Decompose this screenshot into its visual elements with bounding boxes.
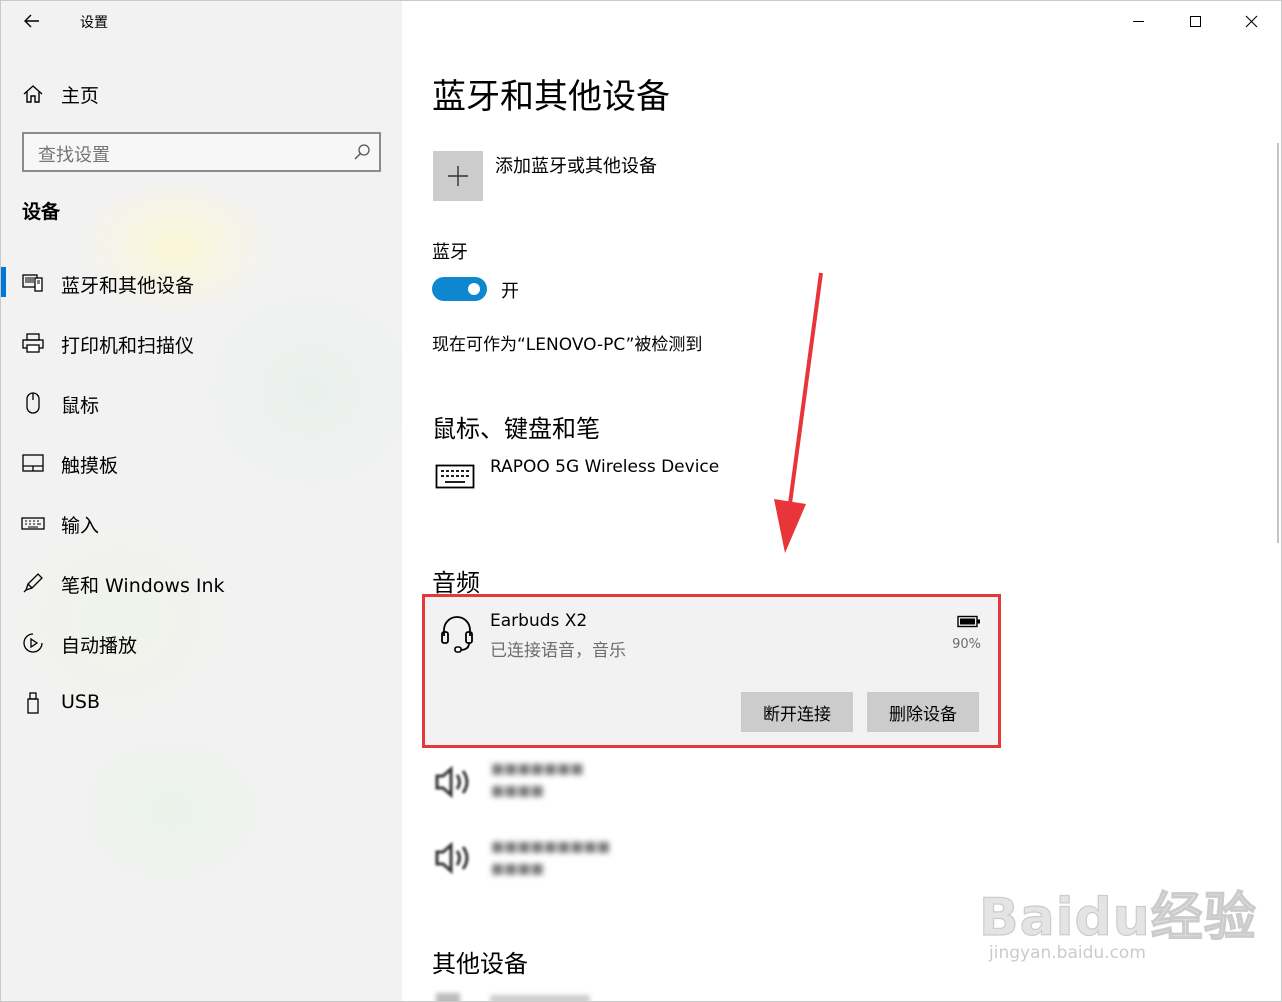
usb-icon xyxy=(27,692,39,714)
bluetooth-devices-icon xyxy=(22,274,43,292)
printer-icon xyxy=(22,333,44,353)
blurred-device-name: ■■■■■■■■■ xyxy=(491,839,611,855)
back-arrow-icon xyxy=(24,14,39,28)
audio-heading: 音频 xyxy=(432,569,480,597)
sidebar-item-label: 蓝牙和其他设备 xyxy=(61,275,195,297)
remove-device-button[interactable]: 删除设备 xyxy=(867,692,979,732)
sidebar-item-usb[interactable]: USB xyxy=(1,683,402,723)
keyboard-icon xyxy=(21,517,45,530)
baidu-watermark: Baidu经验 jingyan.baidu.com xyxy=(978,857,1256,977)
sidebar-item-bluetooth[interactable]: 蓝牙和其他设备 xyxy=(1,263,402,303)
blurred-device-status: ■■■■ xyxy=(491,861,544,877)
watermark-logo: Baidu经验 xyxy=(978,887,1257,948)
battery-level: 90% xyxy=(952,637,981,652)
sidebar-item-label: 鼠标 xyxy=(61,395,100,417)
sidebar-item-printers[interactable]: 打印机和扫描仪 xyxy=(1,323,402,363)
pen-icon xyxy=(23,573,43,593)
keyboard-device-icon xyxy=(435,464,475,489)
bluetooth-label: 蓝牙 xyxy=(432,242,468,263)
watermark-url: jingyan.baidu.com xyxy=(989,943,1146,963)
search-placeholder: 查找设置 xyxy=(38,145,110,166)
sidebar-item-label: 触摸板 xyxy=(61,455,119,477)
sidebar-item-label: 自动播放 xyxy=(61,635,138,657)
sidebar-section-heading: 设备 xyxy=(22,201,61,223)
disconnect-button[interactable]: 断开连接 xyxy=(741,692,853,732)
plus-icon xyxy=(448,166,468,186)
scrollbar[interactable] xyxy=(1277,143,1279,543)
blurred-audio-device[interactable]: ■■■■■■■ ■■■■ xyxy=(433,759,633,819)
sidebar-item-typing[interactable]: 输入 xyxy=(1,503,402,543)
home-icon xyxy=(23,85,43,103)
sidebar-item-label: USB xyxy=(61,691,101,713)
audio-device-name: Earbuds X2 xyxy=(490,611,588,631)
discoverable-text: 现在可作为“LENOVO-PC”被检测到 xyxy=(432,335,703,355)
app-title: 设置 xyxy=(80,15,108,31)
sidebar-item-pen[interactable]: 笔和 Windows Ink xyxy=(1,563,402,603)
bluetooth-state-label: 开 xyxy=(501,281,519,302)
blurred-device-name: ■■■■■■■ xyxy=(491,761,584,777)
sidebar-item-label: 输入 xyxy=(61,515,100,537)
mouse-icon xyxy=(26,392,40,414)
blurred-other-device xyxy=(432,987,612,1001)
autoplay-icon xyxy=(23,633,43,653)
page-title: 蓝牙和其他设备 xyxy=(432,77,670,117)
mouse-keyboard-pen-heading: 鼠标、键盘和笔 xyxy=(432,415,600,443)
speaker-icon xyxy=(435,841,469,875)
add-device-button[interactable] xyxy=(433,151,483,201)
audio-device-card[interactable]: Earbuds X2 已连接语音，音乐 90% 断开连接 删除设备 xyxy=(422,594,1001,748)
sidebar-item-touchpad[interactable]: 触摸板 xyxy=(1,443,402,483)
sidebar-item-mouse[interactable]: 鼠标 xyxy=(1,383,402,423)
home-label: 主页 xyxy=(61,85,100,107)
back-button[interactable] xyxy=(17,7,49,35)
battery-icon xyxy=(957,615,980,628)
sidebar: 设置 主页 查找设置 设备 蓝牙和其他设备 打印机和扫描仪 鼠标 触摸板 输入 … xyxy=(1,1,402,1001)
search-input[interactable]: 查找设置 xyxy=(22,132,381,172)
sidebar-item-label: 打印机和扫描仪 xyxy=(61,335,195,357)
sidebar-item-autoplay[interactable]: 自动播放 xyxy=(1,623,402,663)
mouse-device-name[interactable]: RAPOO 5G Wireless Device xyxy=(490,457,719,477)
headset-icon xyxy=(441,616,473,653)
bluetooth-toggle[interactable] xyxy=(432,277,487,301)
speaker-icon xyxy=(435,765,469,799)
touchpad-icon xyxy=(22,454,44,472)
sidebar-item-home[interactable]: 主页 xyxy=(1,77,402,111)
blurred-device-status: ■■■■ xyxy=(491,783,544,799)
active-indicator xyxy=(1,267,6,297)
add-device-label[interactable]: 添加蓝牙或其他设备 xyxy=(495,152,657,178)
settings-window: 设置 主页 查找设置 设备 蓝牙和其他设备 打印机和扫描仪 鼠标 触摸板 输入 … xyxy=(0,0,1282,1002)
toggle-knob xyxy=(468,283,480,295)
audio-device-status: 已连接语音，音乐 xyxy=(490,641,626,661)
blurred-audio-device[interactable]: ■■■■■■■■■ ■■■■ xyxy=(433,835,633,895)
sidebar-item-label: 笔和 Windows Ink xyxy=(61,575,225,597)
main-content: 蓝牙和其他设备 添加蓝牙或其他设备 蓝牙 开 现在可作为“LENOVO-PC”被… xyxy=(402,1,1281,1001)
annotation-arrow xyxy=(774,272,823,553)
search-icon xyxy=(354,144,370,160)
other-devices-heading: 其他设备 xyxy=(432,950,528,978)
